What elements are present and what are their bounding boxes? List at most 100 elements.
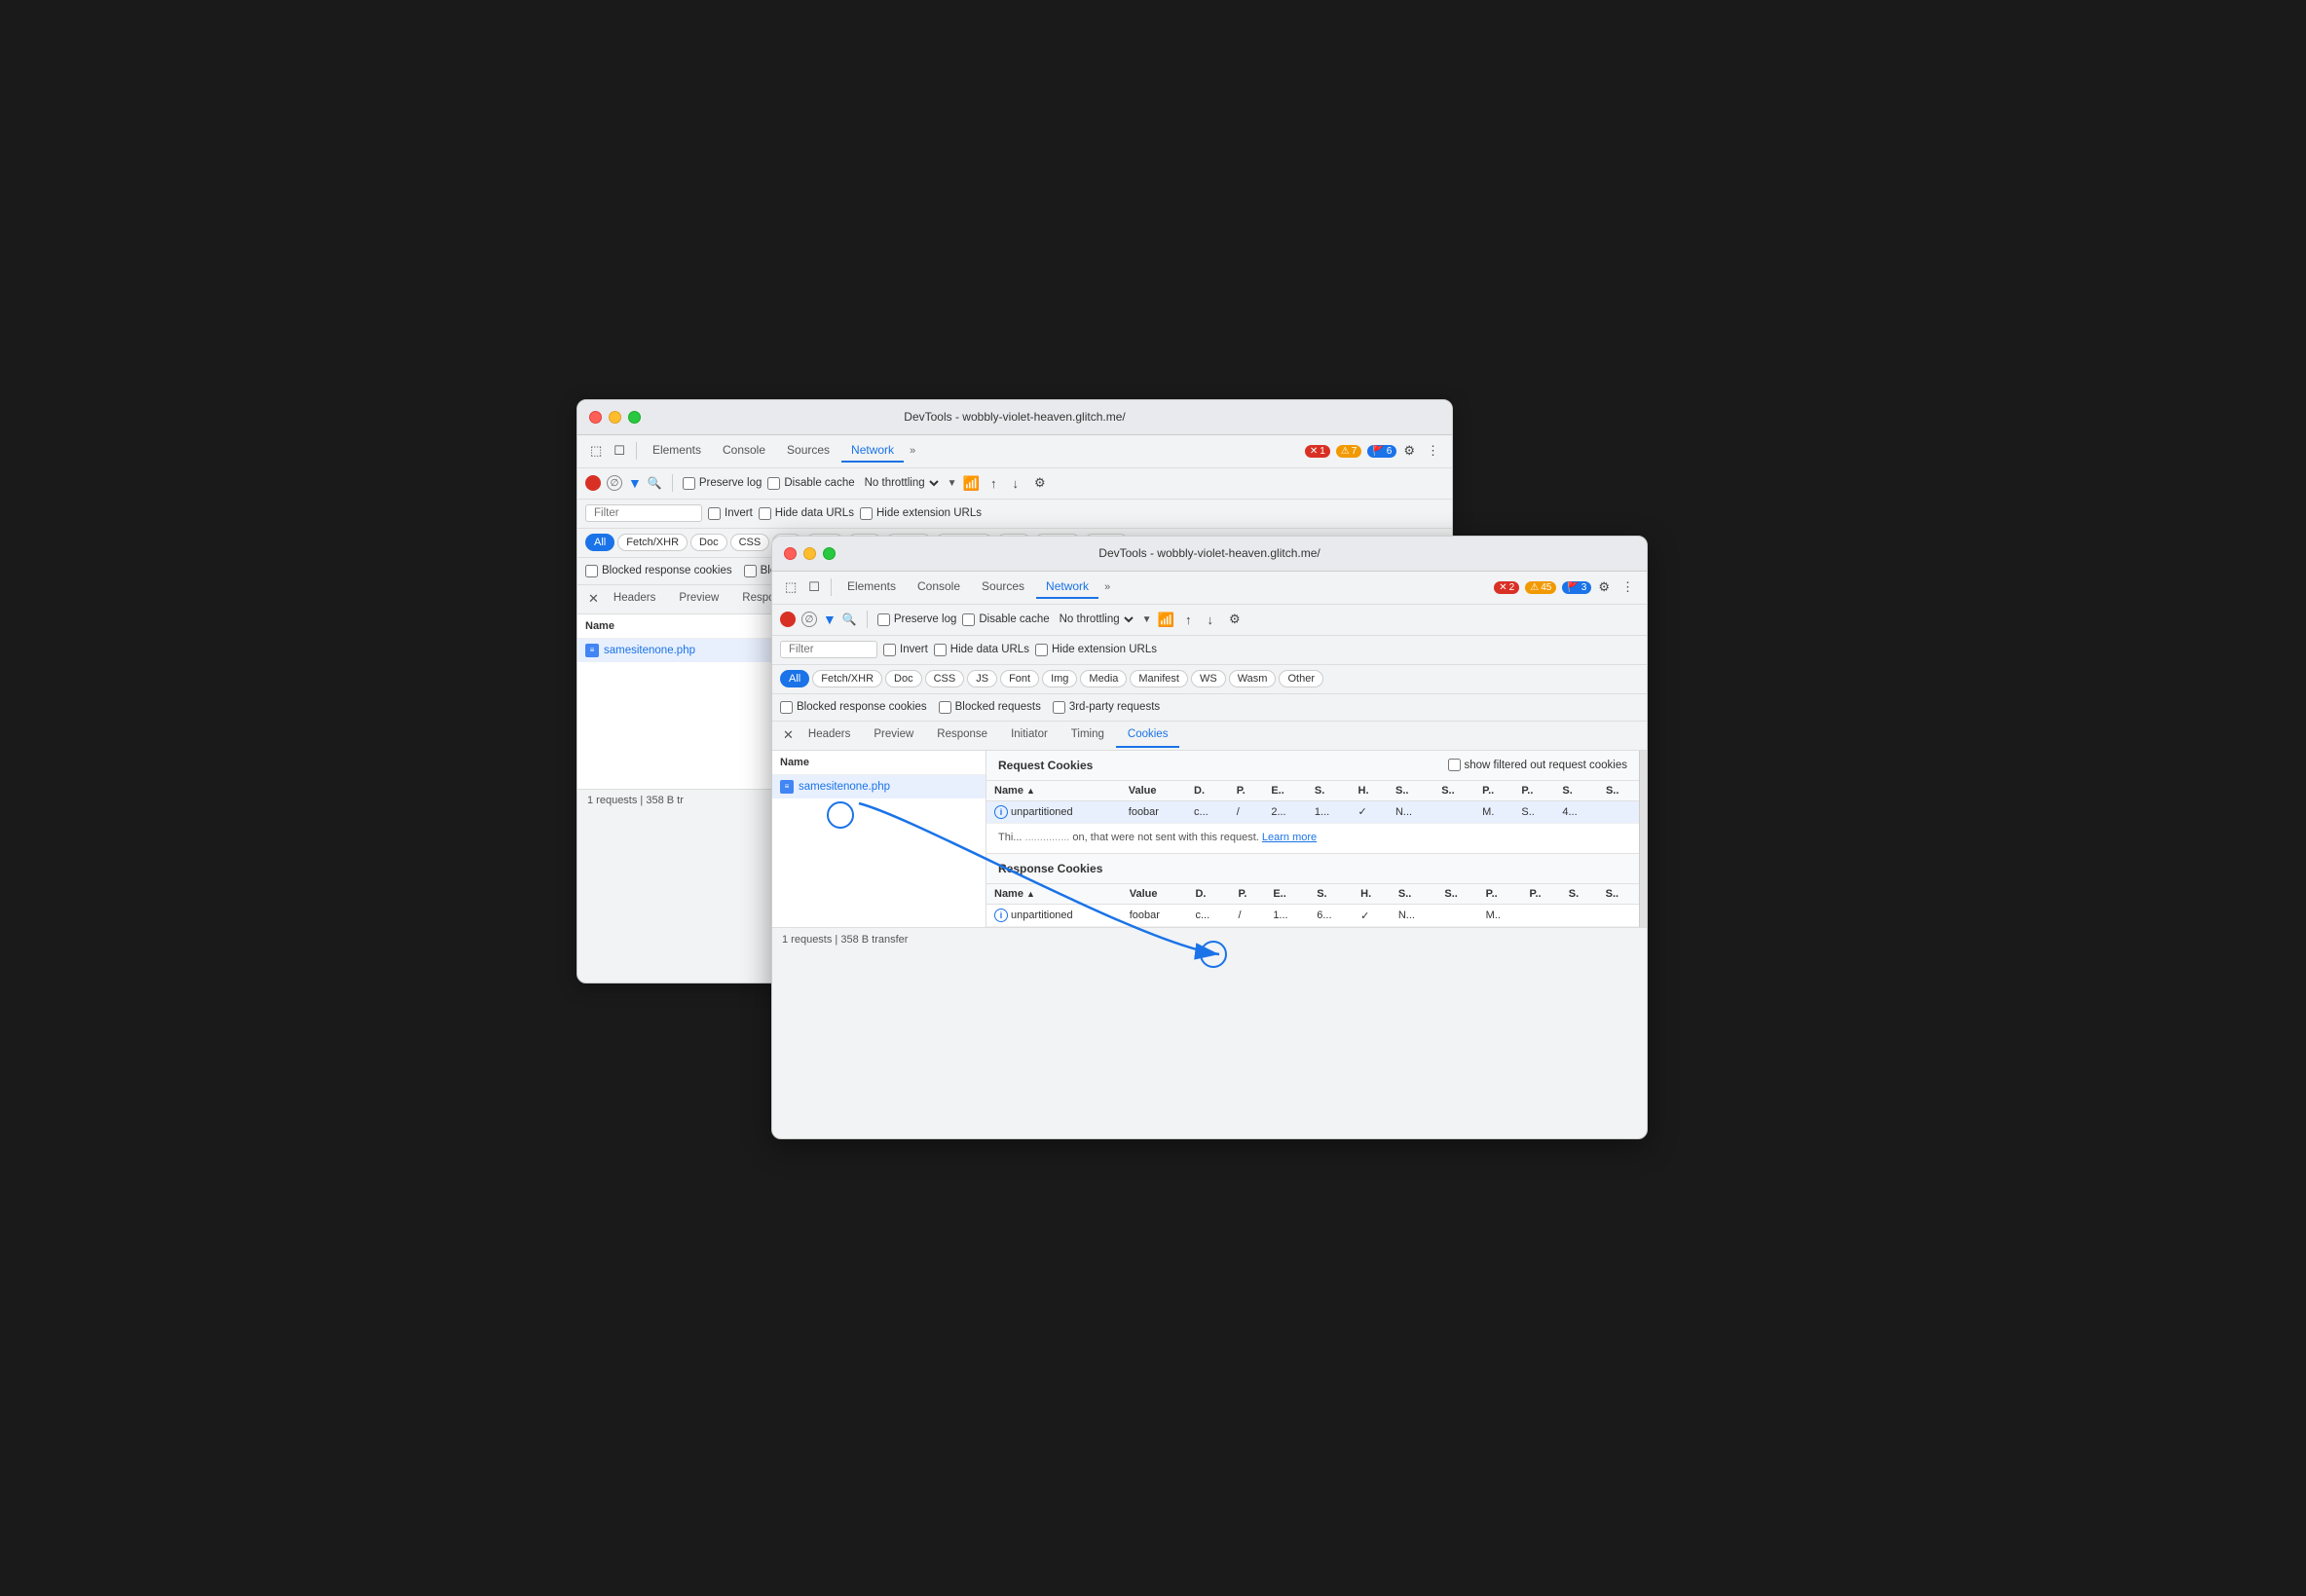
close-button-front[interactable]: [784, 547, 797, 560]
type-fetch-front[interactable]: Fetch/XHR: [812, 670, 882, 687]
blocked-resp-cb-back[interactable]: [585, 565, 598, 577]
type-wasm-front[interactable]: Wasm: [1229, 670, 1277, 687]
type-js-front[interactable]: JS: [967, 670, 997, 687]
blocked-resp-label-front[interactable]: Blocked response cookies: [780, 701, 927, 714]
settings-btn-front[interactable]: ⚙: [1593, 576, 1615, 598]
tab-more-back[interactable]: »: [906, 441, 919, 461]
hide-ext-urls-cb-back[interactable]: [860, 507, 873, 520]
filter-input-front[interactable]: [780, 641, 877, 658]
tab-sources-front[interactable]: Sources: [972, 575, 1034, 599]
hide-data-urls-cb-front[interactable]: [934, 644, 947, 656]
more-btn-front[interactable]: ⋮: [1617, 576, 1639, 598]
cancel-btn-back[interactable]: ∅: [607, 475, 622, 491]
blocked-resp-label-back[interactable]: Blocked response cookies: [585, 565, 732, 577]
minimize-button-front[interactable]: [803, 547, 816, 560]
close-panel-btn-back[interactable]: ✕: [585, 588, 602, 610]
disable-cache-label-front[interactable]: Disable cache: [962, 613, 1049, 626]
hide-ext-urls-label-front[interactable]: Hide extension URLs: [1035, 644, 1157, 656]
type-all-back[interactable]: All: [585, 534, 614, 551]
preserve-log-label-front[interactable]: Preserve log: [877, 613, 957, 626]
download-btn-front[interactable]: ↓: [1202, 610, 1218, 630]
show-filtered-cb-front[interactable]: [1448, 759, 1461, 771]
tab-network-front[interactable]: Network: [1036, 575, 1098, 599]
maximize-button-front[interactable]: [823, 547, 836, 560]
type-fetch-back[interactable]: Fetch/XHR: [617, 534, 688, 551]
type-img-front[interactable]: Img: [1042, 670, 1077, 687]
throttle-select-front[interactable]: No throttling: [1056, 612, 1136, 626]
type-ws-front[interactable]: WS: [1191, 670, 1226, 687]
3rd-party-label-front[interactable]: 3rd-party requests: [1053, 701, 1160, 714]
filter-input-back[interactable]: [585, 504, 702, 522]
hide-data-urls-label-front[interactable]: Hide data URLs: [934, 644, 1029, 656]
device-toggle-front[interactable]: ☐: [803, 576, 825, 598]
upload-btn-back[interactable]: ↑: [986, 473, 1002, 494]
panel-tab-headers-back[interactable]: Headers: [602, 586, 667, 612]
search-icon-front[interactable]: 🔍: [842, 612, 857, 626]
settings2-btn-front[interactable]: ⚙: [1224, 609, 1246, 630]
preserve-log-label-back[interactable]: Preserve log: [683, 477, 762, 490]
close-button-back[interactable]: [589, 411, 602, 424]
type-css-back[interactable]: CSS: [730, 534, 770, 551]
tab-more-front[interactable]: »: [1100, 577, 1114, 597]
hide-ext-urls-label-back[interactable]: Hide extension URLs: [860, 507, 982, 520]
disable-cache-label-back[interactable]: Disable cache: [767, 477, 854, 490]
hide-data-urls-label-back[interactable]: Hide data URLs: [759, 507, 854, 520]
tab-console-front[interactable]: Console: [908, 575, 970, 599]
blocked-req-cb-front[interactable]: [939, 701, 951, 714]
preserve-log-cb-front[interactable]: [877, 613, 890, 626]
minimize-button-back[interactable]: [609, 411, 621, 424]
file-item-back[interactable]: ≡ samesitenone.php: [577, 639, 771, 662]
upload-btn-front[interactable]: ↑: [1180, 610, 1197, 630]
tab-elements-front[interactable]: Elements: [837, 575, 906, 599]
blocked-resp-cb-front[interactable]: [780, 701, 793, 714]
filter-icon-front[interactable]: ▼: [823, 612, 837, 627]
invert-label-back[interactable]: Invert: [708, 507, 753, 520]
tab-elements-back[interactable]: Elements: [643, 439, 711, 463]
panel-tab-preview-back[interactable]: Preview: [667, 586, 730, 612]
disable-cache-cb-front[interactable]: [962, 613, 975, 626]
blocked-req-label-front[interactable]: Blocked requests: [939, 701, 1041, 714]
search-icon-back[interactable]: 🔍: [648, 476, 662, 490]
type-font-front[interactable]: Font: [1000, 670, 1039, 687]
scrollbar-front[interactable]: [1639, 751, 1647, 928]
panel-tab-initiator-front[interactable]: Initiator: [999, 723, 1060, 748]
pointer-tool-back[interactable]: ⬚: [585, 440, 607, 462]
type-media-front[interactable]: Media: [1080, 670, 1127, 687]
req-row-1-front[interactable]: i unpartitioned foobar c... / 2... 1... …: [986, 800, 1639, 823]
filter-icon-back[interactable]: ▼: [628, 475, 642, 491]
panel-tab-cookies-front[interactable]: Cookies: [1116, 723, 1180, 748]
download-btn-back[interactable]: ↓: [1007, 473, 1023, 494]
maximize-button-back[interactable]: [628, 411, 641, 424]
type-doc-back[interactable]: Doc: [690, 534, 727, 551]
type-manifest-front[interactable]: Manifest: [1130, 670, 1188, 687]
record-btn-front[interactable]: [780, 612, 796, 627]
record-btn-back[interactable]: [585, 475, 601, 491]
invert-label-front[interactable]: Invert: [883, 644, 928, 656]
type-css-front[interactable]: CSS: [925, 670, 965, 687]
panel-tab-response-front[interactable]: Response: [925, 723, 999, 748]
close-panel-btn-front[interactable]: ✕: [780, 724, 797, 746]
settings2-btn-back[interactable]: ⚙: [1029, 472, 1051, 494]
more-btn-back[interactable]: ⋮: [1422, 440, 1444, 462]
hide-ext-urls-cb-front[interactable]: [1035, 644, 1048, 656]
cancel-btn-front[interactable]: ∅: [801, 612, 817, 627]
panel-tab-timing-front[interactable]: Timing: [1060, 723, 1116, 748]
blocked-req-cb-back[interactable]: [744, 565, 757, 577]
throttle-select-back[interactable]: No throttling: [861, 476, 942, 490]
show-filtered-label-front[interactable]: show filtered out request cookies: [1448, 759, 1627, 771]
hide-data-urls-cb-back[interactable]: [759, 507, 771, 520]
disable-cache-cb-back[interactable]: [767, 477, 780, 490]
file-item-front[interactable]: ≡ samesitenone.php: [772, 775, 986, 798]
invert-cb-front[interactable]: [883, 644, 896, 656]
type-other-front[interactable]: Other: [1279, 670, 1323, 687]
tab-network-back[interactable]: Network: [841, 439, 904, 463]
tab-console-back[interactable]: Console: [713, 439, 775, 463]
3rd-party-cb-front[interactable]: [1053, 701, 1065, 714]
pointer-tool-front[interactable]: ⬚: [780, 576, 801, 598]
panel-tab-headers-front[interactable]: Headers: [797, 723, 862, 748]
learn-more-link-front[interactable]: Learn more: [1262, 832, 1317, 843]
settings-btn-back[interactable]: ⚙: [1398, 440, 1420, 462]
res-row-1-front[interactable]: i unpartitioned foobar c... / 1... 6... …: [986, 905, 1639, 927]
type-doc-front[interactable]: Doc: [885, 670, 922, 687]
preserve-log-cb-back[interactable]: [683, 477, 695, 490]
